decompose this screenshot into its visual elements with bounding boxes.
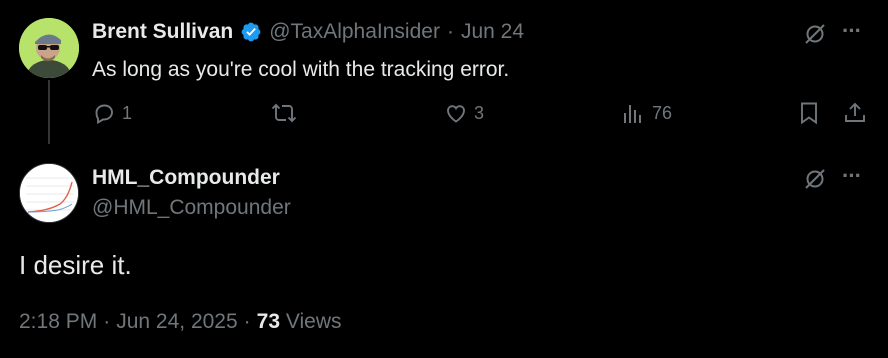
author-handle[interactable]: @HML_Compounder	[92, 196, 291, 220]
avatar-image	[20, 164, 78, 222]
avatar[interactable]	[19, 18, 79, 78]
views-chart-icon	[624, 105, 641, 123]
reply-button[interactable]: 1	[92, 101, 132, 125]
verified-badge-icon	[240, 21, 262, 43]
meta-separator: ·	[103, 310, 111, 333]
grok-icon[interactable]	[802, 166, 828, 192]
tweet-time[interactable]: 2:18 PM	[19, 310, 97, 334]
share-button[interactable]	[843, 101, 867, 125]
header-separator: ·	[446, 20, 454, 43]
thread-connector-line	[48, 80, 50, 144]
avatar[interactable]	[19, 163, 79, 223]
tweet-date[interactable]: Jun 24	[461, 20, 524, 44]
reply-icon	[95, 104, 113, 125]
grok-icon[interactable]	[802, 21, 828, 47]
views-stat[interactable]: 73 Views	[257, 310, 342, 334]
bookmark-icon	[801, 102, 817, 125]
views-button[interactable]: 76	[622, 101, 672, 125]
share-icon	[845, 102, 865, 122]
like-count: 3	[474, 102, 485, 123]
views-label: Views	[285, 310, 342, 333]
author-handle[interactable]: @TaxAlphaInsider	[269, 20, 440, 44]
reply-count: 1	[122, 102, 133, 123]
retweet-icon	[271, 103, 297, 123]
retweet-button[interactable]	[271, 101, 303, 125]
more-options-icon[interactable]: ···	[842, 163, 862, 189]
tweet-metadata: 2:18 PM · Jun 24, 2025 · 73 Views	[19, 310, 342, 334]
meta-separator: ·	[243, 310, 251, 333]
tweet-date[interactable]: Jun 24, 2025	[116, 310, 237, 334]
avatar-image	[19, 18, 79, 78]
tweet-text: As long as you're cool with the tracking…	[92, 58, 510, 81]
author-name[interactable]: HML_Compounder	[92, 166, 280, 190]
tweet-header: Brent Sullivan @TaxAlphaInsider · Jun 24	[92, 20, 524, 44]
more-options-icon[interactable]: ···	[842, 18, 862, 44]
bookmark-button[interactable]	[797, 101, 821, 125]
views-count: 73	[256, 310, 281, 333]
author-name[interactable]: Brent Sullivan	[92, 20, 233, 44]
like-button[interactable]: 3	[444, 101, 484, 125]
heart-icon	[447, 105, 465, 123]
tweet-text: I desire it.	[19, 250, 132, 280]
view-count: 76	[652, 102, 673, 123]
